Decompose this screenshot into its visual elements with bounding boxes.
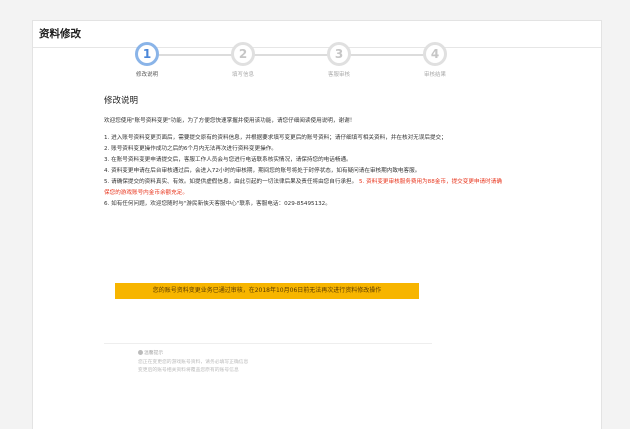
step-progress: 1 修改说明 2 填写信息 3 客服审核 4 审核结果 <box>100 42 460 82</box>
step-label: 修改说明 <box>135 72 158 78</box>
divider <box>104 343 432 344</box>
status-notice: 您的账号资料变更业务已通过审核，在2018年10月06日前无法再次进行资料修改操… <box>115 283 419 299</box>
step-label: 客服审核 <box>327 72 350 78</box>
instruction-item: 1. 进入账号资料变更页面后，需要提交原有的资料信息，并根据要求填写变更后的账号… <box>104 135 447 141</box>
instruction-item: 4. 资料变更申请在后台审核通过后，会进入72小时的审核期，期间您的账号将处于封… <box>104 168 421 174</box>
instruction-item: 3. 在账号资料变更申请提交后，客服工作人员会与您进行电话联系核实情况，请保持您… <box>104 157 352 163</box>
instruction-item-text: 5. 请确保提交的资料真实、有效。如提供虚假信息，由此引起的一切法律后果及责任将… <box>104 179 358 185</box>
step-2: 2 填写信息 <box>213 42 273 78</box>
page-title: 资料修改 <box>39 28 81 40</box>
info-icon <box>138 350 143 355</box>
step-label: 填写信息 <box>231 72 254 78</box>
section-title: 修改说明 <box>104 96 139 106</box>
instructions-intro: 欢迎您使用"账号资料变更"功能，为了方便您快速掌握并使用该功能，请您仔细阅读使用… <box>104 118 356 124</box>
tips-line: 变更后的账号相关资料将覆盖您原有的账号信息 <box>138 368 239 373</box>
step-number: 1 <box>135 42 159 66</box>
tips-header-text: 温馨提示 <box>144 351 164 356</box>
step-1: 1 修改说明 <box>117 42 177 78</box>
step-number: 4 <box>423 42 447 66</box>
instruction-item: 2. 账号资料变更操作成功之后的6个月内无法再次进行资料变更操作。 <box>104 146 277 152</box>
tips-header: 温馨提示 <box>138 350 248 359</box>
instruction-item: 6. 如有任何问题，欢迎您随时与"游民新侠天客服中心"联系，客服电话：029-8… <box>104 201 331 207</box>
step-3: 3 客服审核 <box>309 42 369 78</box>
tips-box: 温馨提示 您正在变更您的游戏账号资料，请务必填写正确信息 变更后的账号相关资料将… <box>138 350 248 376</box>
instructions: 欢迎您使用"账号资料变更"功能，为了方便您快速掌握并使用该功能，请您仔细阅读使用… <box>104 116 504 210</box>
step-number: 3 <box>327 42 351 66</box>
instruction-item-5: 5. 请确保提交的资料真实、有效。如提供虚假信息，由此引起的一切法律后果及责任将… <box>104 177 504 199</box>
step-label: 审核结果 <box>423 72 446 78</box>
step-number: 2 <box>231 42 255 66</box>
tips-line: 您正在变更您的游戏账号资料，请务必填写正确信息 <box>138 359 249 365</box>
step-4: 4 审核结果 <box>405 42 465 78</box>
